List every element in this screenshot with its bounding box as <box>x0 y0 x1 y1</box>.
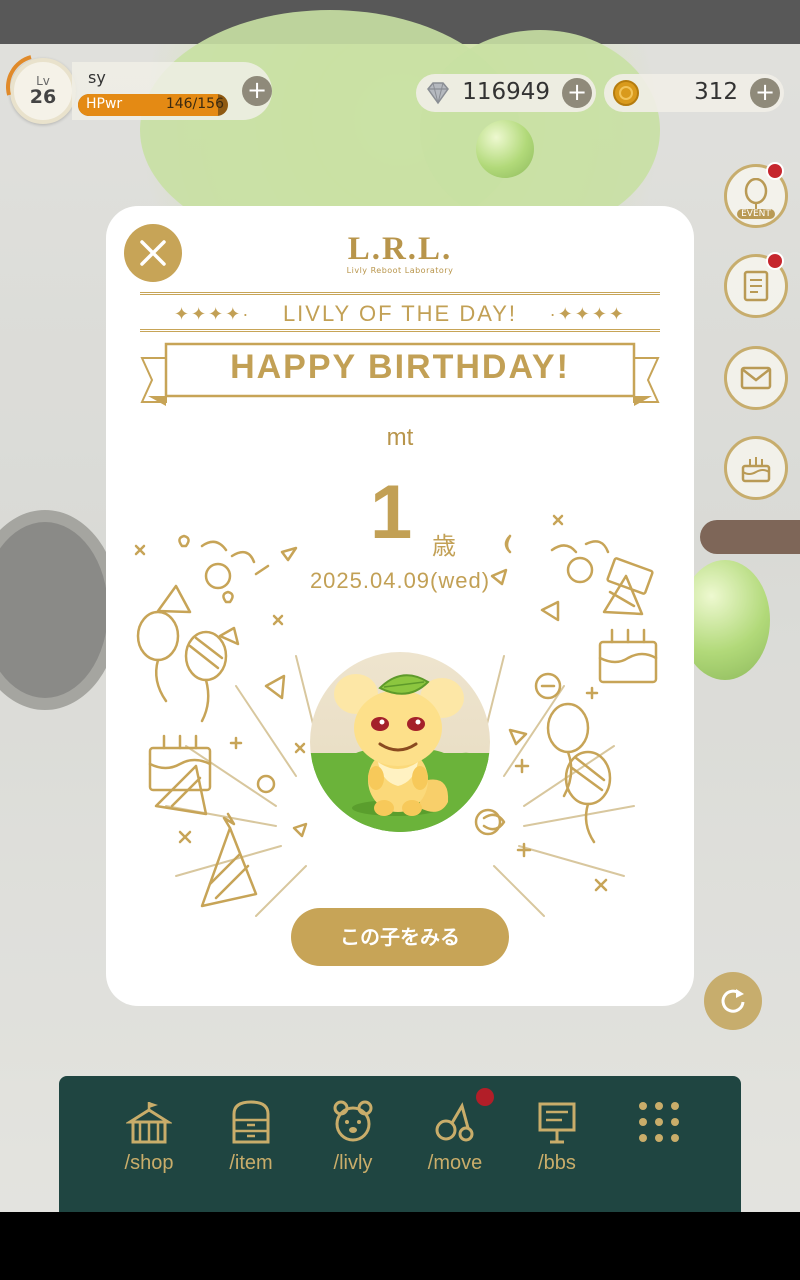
livly-name: mt <box>386 424 414 451</box>
livly-bear-icon <box>333 1100 373 1142</box>
event-label: EVENT <box>737 209 775 219</box>
nav-item[interactable]: /item <box>206 1098 296 1175</box>
nav-move-label: /move <box>427 1152 483 1174</box>
shop-tent-icon <box>126 1102 172 1144</box>
coin-plus-button[interactable]: + <box>750 78 780 108</box>
refresh-icon <box>721 989 745 1013</box>
gem-counter: 116949 + <box>416 74 596 112</box>
mail-button[interactable] <box>724 346 788 410</box>
birthday-button[interactable] <box>724 436 788 500</box>
view-livly-button[interactable]: この子をみる <box>291 908 509 966</box>
notebook-icon <box>743 270 769 302</box>
coin-counter: 312 + <box>604 74 784 112</box>
coin-icon <box>613 80 639 106</box>
gem-plus-button[interactable]: + <box>562 78 592 108</box>
nav-item-label: /item <box>229 1152 273 1174</box>
cake-icon <box>741 457 771 483</box>
hp-plus-button[interactable]: + <box>242 76 272 106</box>
refresh-button[interactable] <box>704 972 762 1030</box>
birthday-modal: L.R.L. Livly Reboot Laboratory ✦✦✦✦· LIV… <box>106 206 694 1006</box>
livly-of-the-day-band: ✦✦✦✦· LIVLY OF THE DAY! ·✦✦✦✦ <box>140 292 660 332</box>
stars-left: ✦✦✦✦· <box>174 304 251 324</box>
nav-bbs[interactable]: /bbs <box>512 1098 602 1175</box>
menu-grid-icon <box>639 1102 679 1142</box>
bbs-board-icon <box>538 1102 576 1144</box>
nav-livly-label: /livly <box>333 1152 373 1174</box>
nav-shop-label: /shop <box>124 1152 174 1174</box>
logo-sub: Livly Reboot Laboratory <box>346 266 454 275</box>
nav-shop[interactable]: /shop <box>104 1098 194 1175</box>
stars-right: ·✦✦✦✦ <box>549 304 626 324</box>
diamond-icon <box>427 82 449 105</box>
notebook-notification-dot <box>766 252 784 270</box>
hp-value: 146/156 <box>165 96 224 112</box>
nav-bbs-label: /bbs <box>538 1152 576 1174</box>
gem-value: 116949 <box>462 79 550 105</box>
nav-move[interactable]: /move <box>410 1098 500 1175</box>
coin-value: 312 <box>694 79 738 105</box>
move-icon <box>435 1102 474 1142</box>
move-notification-dot <box>476 1088 494 1106</box>
bottom-nav: /shop /item /livly /move /bbs <box>59 1076 741 1212</box>
nav-livly[interactable]: /livly <box>308 1098 398 1175</box>
livly-of-the-day-heading: LIVLY OF THE DAY! <box>282 301 518 326</box>
envelope-icon <box>740 366 772 390</box>
nav-menu[interactable] <box>614 1098 704 1146</box>
hp-label: HPwr <box>86 96 123 112</box>
username: sy <box>88 68 106 87</box>
player-card: sy HPwr 146/156 + <box>72 62 272 120</box>
logo-main: L.R.L. <box>347 231 453 267</box>
livly-portrait[interactable] <box>310 652 490 832</box>
event-notification-dot <box>766 162 784 180</box>
item-cabinet-icon <box>232 1100 270 1144</box>
lrl-logo: L.R.L. Livly Reboot Laboratory <box>106 232 694 276</box>
livly-character <box>310 674 490 832</box>
happy-birthday-banner: HAPPY BIRTHDAY! <box>230 348 570 386</box>
hp-bar: HPwr 146/156 <box>78 94 228 116</box>
